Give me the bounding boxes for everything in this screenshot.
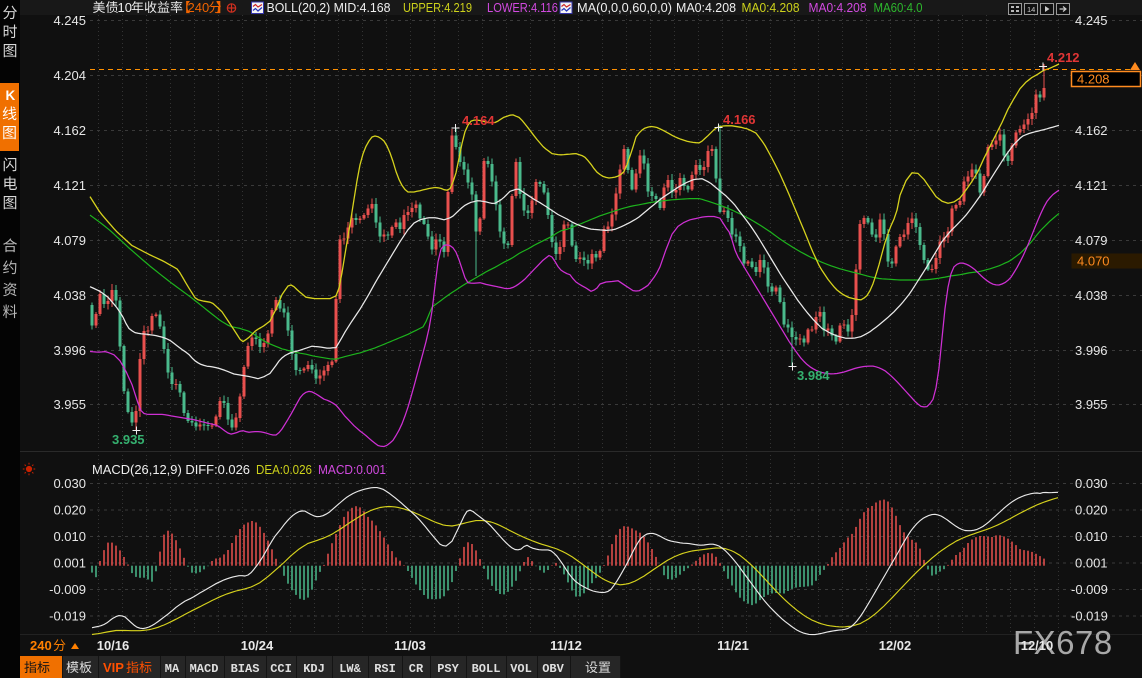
svg-text:-0.019: -0.019 <box>1071 609 1108 624</box>
svg-text:4.164: 4.164 <box>462 113 495 128</box>
svg-text:240: 240 <box>30 638 52 653</box>
svg-text:3.996: 3.996 <box>1075 343 1108 358</box>
svg-text:MA0:4.208: MA0:4.208 <box>676 0 736 15</box>
svg-text:UPPER:4.219: UPPER:4.219 <box>403 0 472 15</box>
svg-text:-0.009: -0.009 <box>1071 582 1108 597</box>
svg-text:LOWER:4.116: LOWER:4.116 <box>487 0 558 15</box>
svg-text:LW&: LW& <box>339 662 361 676</box>
svg-text:10/24: 10/24 <box>241 638 274 653</box>
svg-text:3.955: 3.955 <box>53 397 86 412</box>
svg-text:-0.019: -0.019 <box>49 609 86 624</box>
svg-text:CCI: CCI <box>270 662 292 676</box>
svg-text:4.121: 4.121 <box>53 178 86 193</box>
svg-text:4.079: 4.079 <box>1075 233 1108 248</box>
svg-text:MA60:4.0: MA60:4.0 <box>874 0 923 15</box>
svg-text:0.001: 0.001 <box>1075 556 1108 571</box>
svg-text:4.204: 4.204 <box>53 68 86 83</box>
svg-text:0.020: 0.020 <box>53 503 86 518</box>
svg-text:14: 14 <box>1027 5 1035 14</box>
svg-text:10: 10 <box>118 0 132 15</box>
svg-text:BIAS: BIAS <box>231 662 260 676</box>
svg-text:3.955: 3.955 <box>1075 397 1108 412</box>
svg-text:4.245: 4.245 <box>1075 13 1108 28</box>
svg-text:0.001: 0.001 <box>53 556 86 571</box>
svg-text:4.070: 4.070 <box>1077 254 1110 269</box>
svg-text:KDJ: KDJ <box>303 662 325 676</box>
svg-text:MACD(26,12,9) DIFF:0.026: MACD(26,12,9) DIFF:0.026 <box>92 462 250 477</box>
svg-text:MA0:4.208: MA0:4.208 <box>742 0 800 15</box>
svg-text:4.212: 4.212 <box>1047 50 1080 65</box>
svg-text:240: 240 <box>188 0 210 15</box>
svg-text:3.996: 3.996 <box>53 343 86 358</box>
svg-text:DEA:0.026: DEA:0.026 <box>256 462 312 477</box>
svg-text:PSY: PSY <box>437 662 459 676</box>
svg-text:0.030: 0.030 <box>1075 476 1108 491</box>
svg-text:BOLL(20,2) MID:4.168: BOLL(20,2) MID:4.168 <box>267 0 391 15</box>
svg-text:4.245: 4.245 <box>53 13 86 28</box>
svg-text:4.162: 4.162 <box>1075 123 1108 138</box>
svg-text:4.121: 4.121 <box>1075 178 1108 193</box>
svg-text:12/10: 12/10 <box>1021 638 1054 653</box>
svg-text:OBV: OBV <box>542 662 564 676</box>
svg-text:3.984: 3.984 <box>797 368 830 383</box>
svg-text:11/12: 11/12 <box>550 638 582 653</box>
svg-text:CR: CR <box>409 662 424 676</box>
svg-text:4.038: 4.038 <box>53 288 86 303</box>
svg-text:VOL: VOL <box>510 662 532 676</box>
svg-text:4.162: 4.162 <box>53 123 86 138</box>
svg-text:MACD:0.001: MACD:0.001 <box>318 462 386 477</box>
svg-text:MACD: MACD <box>190 662 219 676</box>
svg-text:12/02: 12/02 <box>879 638 912 653</box>
svg-text:4.038: 4.038 <box>1075 288 1108 303</box>
svg-text:3.935: 3.935 <box>112 432 145 447</box>
svg-text:RSI: RSI <box>374 662 396 676</box>
svg-text:BOLL: BOLL <box>472 662 501 676</box>
svg-text:0.030: 0.030 <box>53 476 86 491</box>
svg-text:11/21: 11/21 <box>717 638 749 653</box>
svg-text:K: K <box>6 88 16 103</box>
svg-text:4.166: 4.166 <box>723 112 756 127</box>
svg-text:11/03: 11/03 <box>394 638 426 653</box>
svg-text:MA0:4.208: MA0:4.208 <box>809 0 867 15</box>
svg-text:4.208: 4.208 <box>1077 72 1110 87</box>
svg-text:0.020: 0.020 <box>1075 503 1108 518</box>
svg-text:10/16: 10/16 <box>97 638 130 653</box>
svg-text:0.010: 0.010 <box>53 529 86 544</box>
svg-text:MA: MA <box>165 662 180 676</box>
svg-text:VIP: VIP <box>103 660 124 675</box>
svg-text:0.010: 0.010 <box>1075 529 1108 544</box>
svg-text:MA(0,0,0,60,0,0): MA(0,0,0,60,0,0) <box>577 0 672 15</box>
svg-text:-0.009: -0.009 <box>49 582 86 597</box>
svg-text:4.079: 4.079 <box>53 233 86 248</box>
